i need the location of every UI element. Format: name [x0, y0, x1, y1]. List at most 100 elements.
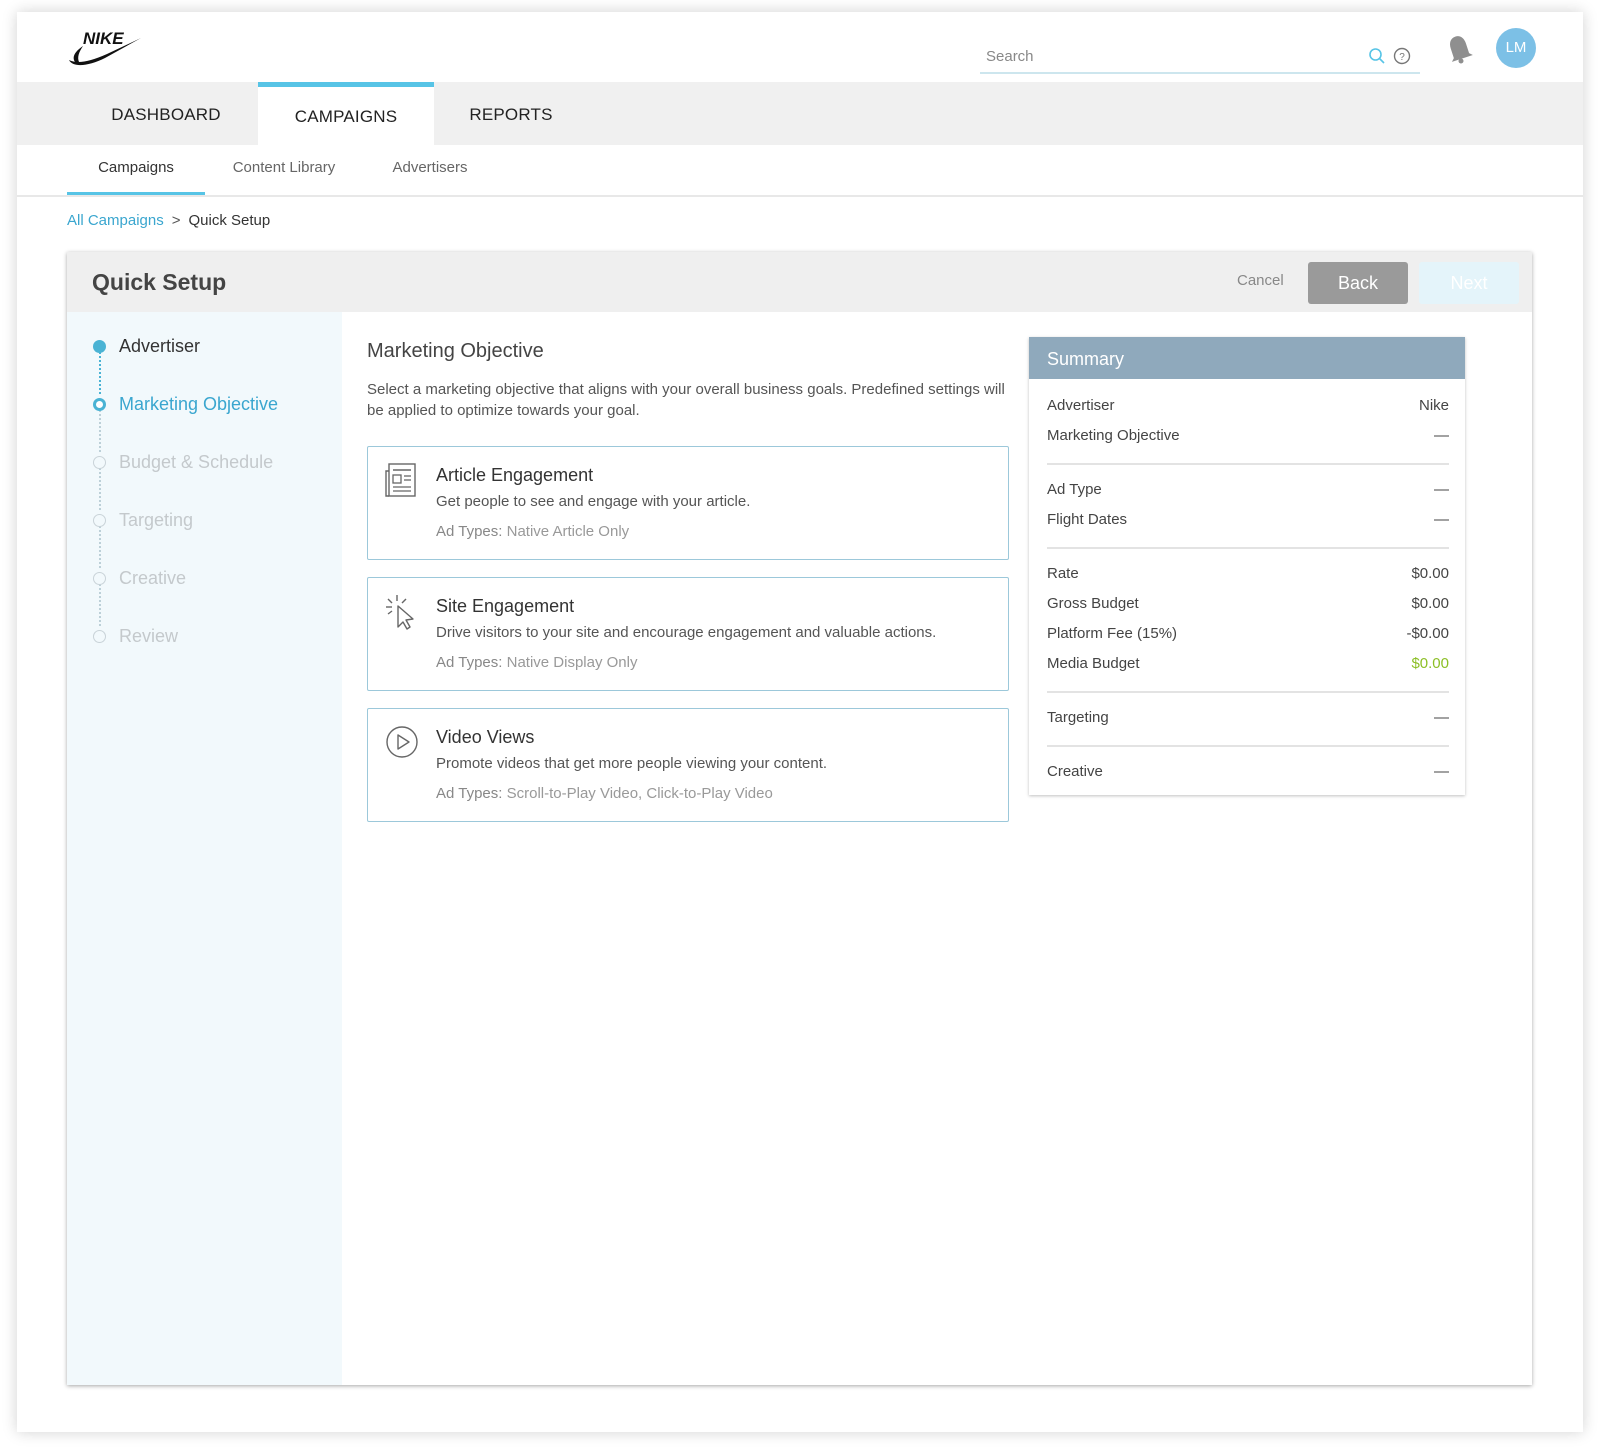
summary-value: —	[1434, 709, 1449, 726]
step-label: Review	[119, 626, 179, 646]
step-review[interactable]: Review	[67, 622, 342, 652]
summary-row-gross-budget: Gross Budget $0.00	[1047, 595, 1449, 617]
step-creative[interactable]: Creative	[67, 564, 342, 594]
cursor-click-icon	[386, 595, 414, 630]
search-bar: ?	[980, 42, 1420, 74]
summary-label: Ad Type	[1047, 481, 1102, 498]
ad-types-key: Ad Types:	[436, 654, 503, 671]
summary-panel: Summary Advertiser Nike Marketing Object…	[1029, 337, 1465, 795]
ad-types-value: Native Article Only	[506, 523, 630, 540]
ad-types-value: Native Display Only	[506, 654, 638, 671]
tab-reports[interactable]: REPORTS	[435, 82, 587, 145]
summary-row-platform-fee: Platform Fee (15%) -$0.00	[1047, 625, 1449, 647]
section-description: Select a marketing objective that aligns…	[367, 381, 1005, 419]
play-circle-icon	[386, 726, 418, 758]
summary-value: Nike	[1418, 397, 1449, 414]
step-pending-icon	[93, 572, 106, 585]
step-label: Budget & Schedule	[119, 452, 274, 472]
summary-value: —	[1434, 427, 1449, 444]
back-button[interactable]: Back	[1308, 262, 1408, 304]
step-pending-icon	[93, 456, 106, 469]
main-nav: DASHBOARD CAMPAIGNS REPORTS	[17, 82, 1583, 145]
summary-row-media-budget: Media Budget $0.00	[1047, 655, 1449, 677]
sub-nav: Campaigns Content Library Advertisers	[17, 145, 1583, 197]
subtab-advertisers[interactable]: Advertisers	[385, 145, 475, 192]
summary-label: Platform Fee (15%)	[1047, 625, 1178, 642]
summary-value: —	[1434, 481, 1449, 498]
top-bar: NIKE ? LM	[17, 12, 1583, 82]
app-window: NIKE ? LM DASHBOARD CAMPAIGNS REPORTS Ca…	[17, 12, 1583, 1432]
summary-label: Gross Budget	[1047, 595, 1139, 612]
summary-divider	[1047, 745, 1449, 747]
breadcrumb: All Campaigns > Quick Setup	[67, 212, 270, 229]
notification-bell-icon[interactable]	[1445, 32, 1473, 64]
summary-label: Advertiser	[1047, 397, 1115, 414]
step-label: Marketing Objective	[119, 394, 279, 414]
tab-dashboard[interactable]: DASHBOARD	[75, 82, 257, 145]
breadcrumb-current: Quick Setup	[188, 212, 271, 229]
next-button[interactable]: Next	[1419, 262, 1519, 304]
summary-divider	[1047, 691, 1449, 693]
step-current-icon	[93, 398, 106, 411]
card-header: Quick Setup Cancel Back Next	[67, 252, 1532, 312]
subtab-content-library[interactable]: Content Library	[225, 145, 343, 192]
step-budget-schedule[interactable]: Budget & Schedule	[67, 448, 342, 478]
ad-types-key: Ad Types:	[436, 785, 503, 802]
objective-title: Site Engagement	[436, 596, 575, 616]
subtab-campaigns[interactable]: Campaigns	[67, 145, 205, 195]
objective-description: Get people to see and engage with your a…	[436, 493, 751, 510]
ad-types-key: Ad Types:	[436, 523, 503, 540]
summary-row-marketing-objective: Marketing Objective —	[1047, 427, 1449, 449]
objective-ad-types: Ad Types: Native Display Only	[436, 654, 638, 671]
cancel-button[interactable]: Cancel	[1237, 272, 1284, 289]
section-title: Marketing Objective	[367, 340, 544, 362]
step-targeting[interactable]: Targeting	[67, 506, 342, 536]
step-label: Targeting	[119, 510, 194, 530]
step-label: Advertiser	[119, 336, 201, 356]
breadcrumb-all-campaigns[interactable]: All Campaigns	[67, 212, 164, 229]
summary-row-creative: Creative —	[1047, 763, 1449, 785]
summary-label: Marketing Objective	[1047, 427, 1180, 444]
summary-row-flight-dates: Flight Dates —	[1047, 511, 1449, 533]
objective-ad-types: Ad Types: Native Article Only	[436, 523, 629, 540]
search-icon[interactable]	[1368, 47, 1386, 65]
summary-row-targeting: Targeting —	[1047, 709, 1449, 731]
user-avatar[interactable]: LM	[1496, 28, 1536, 68]
breadcrumb-separator: >	[171, 212, 181, 229]
summary-divider	[1047, 463, 1449, 465]
objective-ad-types: Ad Types: Scroll-to-Play Video, Click-to…	[436, 785, 773, 802]
step-pending-icon	[93, 630, 106, 643]
summary-value: -$0.00	[1406, 625, 1449, 642]
summary-label: Media Budget	[1047, 655, 1140, 672]
quick-setup-card: Quick Setup Cancel Back Next Advertiser …	[67, 252, 1532, 1385]
summary-row-rate: Rate $0.00	[1047, 565, 1449, 587]
summary-value: $0.00	[1411, 595, 1449, 612]
step-complete-icon	[93, 340, 106, 353]
tab-campaigns[interactable]: CAMPAIGNS	[258, 82, 434, 145]
objective-description: Drive visitors to your site and encourag…	[436, 624, 937, 641]
summary-label: Flight Dates	[1047, 511, 1128, 528]
step-label: Creative	[119, 568, 187, 588]
logo-wordmark: NIKE	[83, 29, 124, 48]
summary-label: Rate	[1047, 565, 1079, 582]
step-marketing-objective[interactable]: Marketing Objective	[67, 390, 342, 420]
help-icon[interactable]: ?	[1393, 47, 1411, 65]
summary-label: Creative	[1047, 763, 1103, 780]
objective-option-article-engagement[interactable]: Article Engagement Get people to see and…	[367, 446, 1009, 560]
summary-value: —	[1434, 763, 1449, 780]
step-advertiser[interactable]: Advertiser	[67, 332, 342, 362]
nike-logo[interactable]: NIKE	[67, 24, 143, 68]
summary-label: Targeting	[1047, 709, 1109, 726]
search-input[interactable]	[980, 44, 1372, 68]
objective-title: Article Engagement	[436, 465, 594, 485]
step-pending-icon	[93, 514, 106, 527]
page-title: Quick Setup	[92, 269, 227, 295]
article-icon	[385, 463, 416, 497]
ad-types-value: Scroll-to-Play Video, Click-to-Play Vide…	[506, 785, 773, 802]
summary-row-ad-type: Ad Type —	[1047, 481, 1449, 503]
summary-value: —	[1434, 511, 1449, 528]
objective-option-video-views[interactable]: Video Views Promote videos that get more…	[367, 708, 1009, 822]
objective-option-site-engagement[interactable]: Site Engagement Drive visitors to your s…	[367, 577, 1009, 691]
summary-value: $0.00	[1411, 655, 1449, 672]
summary-divider	[1047, 547, 1449, 549]
